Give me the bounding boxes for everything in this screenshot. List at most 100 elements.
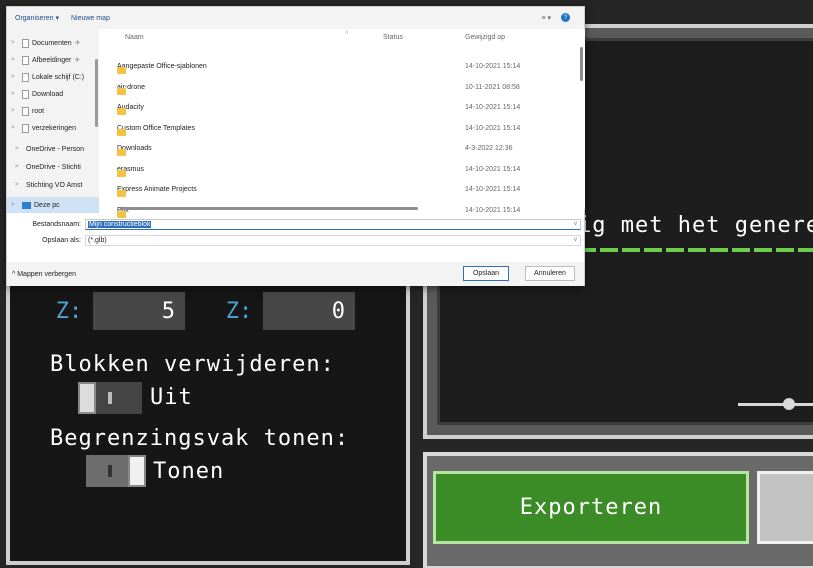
nav-item[interactable]: > Lokale schijf (C:): [7, 69, 99, 85]
hide-folders-toggle[interactable]: ^ Mappen verbergen: [12, 271, 76, 278]
bounding-box-toggle[interactable]: [86, 455, 146, 487]
nav-item-label: Download: [32, 90, 64, 98]
pin-icon: ✈: [74, 40, 81, 47]
chevron-down-icon[interactable]: v: [574, 237, 577, 243]
chevron-right-icon[interactable]: >: [11, 108, 19, 114]
toggle-bar: [108, 465, 112, 477]
help-icon[interactable]: ?: [561, 13, 570, 22]
nav-item[interactable]: > root: [7, 103, 99, 119]
file-modified: 10-11-2021 08:58: [465, 83, 520, 91]
file-row[interactable]: Audacity 14-10-2021 15:14: [105, 100, 585, 116]
file-name-cell: Downloads: [117, 145, 152, 156]
coord-z1-input[interactable]: 5: [93, 292, 185, 330]
cancel-button[interactable]: Annuleren: [525, 266, 575, 281]
coord-z2-label: Z:: [225, 298, 253, 324]
dialog-toolbar: Organiseren ▾ Nieuwe map ≡ ▾ ?: [7, 7, 584, 29]
pc-icon: [22, 201, 31, 209]
remove-blocks-toggle[interactable]: [78, 382, 142, 414]
secondary-action-button[interactable]: [757, 471, 813, 544]
column-name[interactable]: Naam: [125, 34, 144, 41]
nav-item-label: Lokale schijf (C:): [32, 73, 85, 81]
file-name-cell: Audacity: [117, 104, 144, 115]
chevron-down-icon[interactable]: v: [574, 221, 577, 227]
save-dialog: Organiseren ▾ Nieuwe map ≡ ▾ ? > Document…: [6, 6, 585, 286]
file-list: Naam ^ Status Gewijzigd op Aangepaste Of…: [105, 29, 585, 218]
file-list-vscrollbar[interactable]: [580, 47, 583, 81]
nav-item[interactable]: > OneDrive - Stichti: [7, 159, 99, 175]
file-row[interactable]: Custom Office Templates 14-10-2021 15:14: [105, 121, 585, 137]
remove-blocks-label: Blokken verwijderen:: [50, 352, 335, 377]
chevron-right-icon[interactable]: >: [15, 164, 23, 170]
nav-item-label: OneDrive - Stichti: [26, 163, 81, 171]
file-row[interactable]: erasmus 14-10-2021 15:14: [105, 162, 585, 178]
nav-item-label: Afbeeldinger: [32, 56, 72, 64]
coord-z2-input[interactable]: 0: [263, 292, 355, 330]
nav-item[interactable]: > Afbeeldinger ✈: [7, 52, 99, 68]
savetype-select[interactable]: (*.glb) v: [85, 235, 581, 246]
file-name-cell: Express Animate Projects: [117, 186, 197, 197]
new-folder-button[interactable]: Nieuwe map: [71, 15, 110, 22]
folder-icon: [117, 149, 126, 156]
file-row[interactable]: Aangepaste Office-sjablonen 14-10-2021 15…: [105, 59, 585, 75]
nav-item[interactable]: > Deze pc: [7, 197, 99, 213]
folder-icon: [117, 169, 126, 177]
coord-z1-label: Z:: [55, 298, 83, 324]
file-modified: 14-10-2021 15:14: [465, 104, 521, 111]
organize-menu[interactable]: Organiseren ▾: [15, 14, 59, 22]
column-modified[interactable]: Gewijzigd op: [465, 34, 505, 41]
generating-status-text: ig met het generer: [578, 213, 813, 238]
nav-scrollbar[interactable]: [95, 59, 98, 127]
toolbar-right: ≡ ▾ ?: [541, 13, 570, 22]
chevron-right-icon[interactable]: >: [11, 91, 19, 97]
file-row[interactable]: Downloads 4-3-2022 12:36: [105, 141, 585, 157]
nav-item[interactable]: > Stichting VO Amst: [7, 177, 99, 193]
chevron-right-icon[interactable]: >: [11, 74, 19, 80]
chevron-right-icon[interactable]: >: [11, 57, 19, 63]
chevron-right-icon[interactable]: >: [15, 146, 23, 152]
nav-item-label: OneDrive - Person: [26, 145, 84, 153]
save-button[interactable]: Opslaan: [463, 266, 509, 281]
folder-outline-icon: [22, 106, 29, 116]
file-row[interactable]: air-drone 10-11-2021 08:58: [105, 80, 585, 96]
filename-value: Mijn constructieblok: [88, 221, 152, 228]
preview-slider[interactable]: [738, 398, 813, 410]
navigation-pane: > Documenten ✈ > Afbeeldinger ✈ > Lokale schijf…: [7, 29, 99, 213]
filename-input[interactable]: Mijn constructieblok v: [85, 219, 581, 230]
chevron-right-icon[interactable]: >: [11, 40, 19, 46]
nav-item[interactable]: > verzekeringen: [7, 120, 99, 136]
bounding-box-state: Tonen: [153, 459, 225, 484]
column-status[interactable]: Status: [383, 34, 403, 41]
toggle-knob: [128, 455, 146, 487]
generating-progress-dashes: [578, 248, 813, 252]
folder-icon: [117, 108, 126, 115]
export-button[interactable]: Exporteren: [433, 471, 749, 544]
remove-blocks-state: Uit: [150, 385, 193, 410]
file-name-cell: Custom Office Templates: [117, 125, 195, 136]
folder-outline-icon: [22, 38, 29, 48]
file-name-cell: Aangepaste Office-sjablonen: [117, 63, 207, 74]
slider-handle[interactable]: [783, 398, 795, 410]
folder-outline-icon: [22, 72, 29, 82]
savetype-value: (*.glb): [88, 237, 107, 244]
dialog-footer: ^ Mappen verbergen Opslaan Annuleren: [7, 262, 584, 286]
nav-item-label: Stichting VO Amst: [26, 181, 83, 189]
file-list-header: Naam ^ Status Gewijzigd op: [105, 29, 585, 45]
sort-up-icon: ^: [345, 31, 349, 38]
chevron-right-icon[interactable]: >: [11, 125, 19, 131]
folder-outline-icon: [22, 123, 29, 133]
nav-item[interactable]: > Download: [7, 86, 99, 102]
file-name-cell: erasmus: [117, 166, 144, 177]
view-options-icon[interactable]: ≡ ▾: [541, 14, 551, 22]
bounding-box-label: Begrenzingsvak tonen:: [50, 426, 350, 451]
nav-item[interactable]: > Documenten ✈: [7, 35, 99, 51]
slider-track: [738, 403, 813, 406]
chevron-right-icon[interactable]: >: [15, 182, 23, 188]
file-row[interactable]: Express Animate Projects 14-10-2021 15:14: [105, 182, 585, 198]
nav-item[interactable]: > OneDrive - Person: [7, 141, 99, 157]
filename-label: Bestandsnaam:: [32, 221, 81, 228]
save-form: Bestandsnaam: Mijn constructieblok v Ops…: [7, 215, 584, 255]
folder-outline-icon: [22, 89, 29, 99]
chevron-right-icon[interactable]: >: [11, 202, 19, 208]
file-modified: 14-10-2021 15:14: [465, 63, 521, 70]
file-list-hscrollbar[interactable]: [120, 207, 418, 210]
